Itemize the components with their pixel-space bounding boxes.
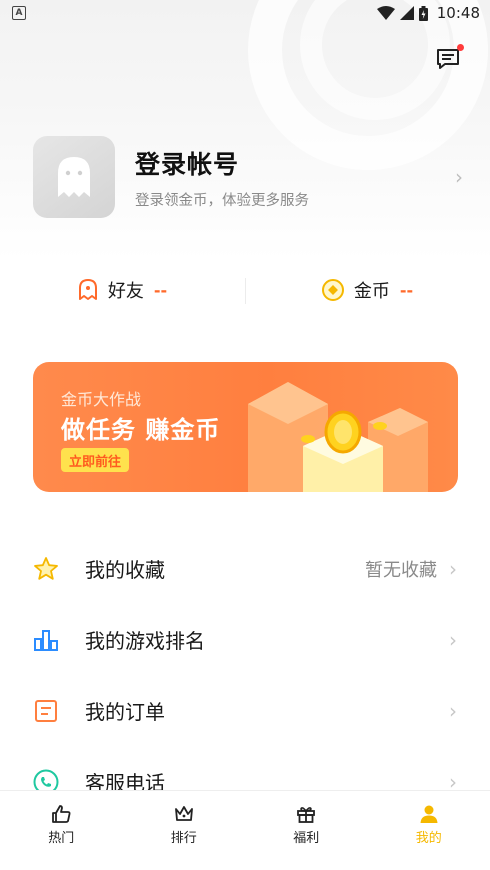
wifi-icon: [376, 6, 395, 20]
status-bar: A 10:48: [0, 0, 490, 26]
menu-item-game-rank[interactable]: 我的游戏排名 ›: [0, 604, 490, 675]
chevron-right-icon: ›: [455, 165, 463, 189]
bar-chart-icon: [34, 629, 58, 651]
signal-icon: [399, 6, 414, 20]
messages-button[interactable]: [436, 44, 464, 72]
friends-stat[interactable]: 好友 --: [0, 270, 245, 310]
banner-headline: 做任务 赚金币: [61, 416, 221, 444]
crown-icon: [174, 806, 193, 821]
stats-row: 好友 -- 金币 --: [0, 270, 490, 310]
bottom-nav: 热门 排行 福利 我的: [0, 790, 490, 870]
unread-dot: [457, 44, 464, 51]
chevron-right-icon: ›: [449, 698, 457, 723]
friends-value: --: [153, 280, 168, 300]
ghost-friend-icon: [78, 279, 97, 300]
battery-icon: [418, 5, 428, 21]
divider: [245, 278, 246, 304]
nav-label: 热门: [48, 831, 75, 846]
coin-task-banner[interactable]: 金币大作战 做任务 赚金币 立即前往: [33, 362, 458, 492]
coins-value: --: [399, 280, 414, 300]
chevron-right-icon: ›: [449, 627, 457, 652]
coins-label: 金币: [353, 281, 390, 302]
go-now-button[interactable]: 立即前往: [61, 448, 130, 472]
menu-item-favorites[interactable]: 我的收藏 暂无收藏 ›: [0, 533, 490, 604]
favorites-status: 暂无收藏: [365, 559, 437, 581]
notification-badge: A: [12, 6, 26, 20]
menu-label: 我的订单: [85, 700, 165, 724]
thumbs-up-icon: [52, 805, 71, 823]
nav-tab-welfare[interactable]: 福利: [245, 791, 368, 870]
friends-label: 好友: [107, 281, 144, 302]
menu-list: 我的收藏 暂无收藏 › 我的游戏排名 › 我的订单 › 客服电话 ›: [0, 533, 490, 817]
nav-label: 福利: [293, 831, 320, 846]
nav-label: 我的: [415, 831, 442, 846]
nav-tab-hot[interactable]: 热门: [0, 791, 123, 870]
star-icon: [34, 556, 58, 580]
order-icon: [35, 699, 57, 722]
menu-label: 我的收藏: [85, 558, 165, 582]
nav-label: 排行: [170, 831, 197, 846]
nav-tab-mine[interactable]: 我的: [368, 791, 490, 870]
gift-icon: [297, 807, 316, 823]
login-profile-row[interactable]: 登录帐号 登录领金币，体验更多服务 ›: [33, 136, 463, 218]
coin-icon: [321, 279, 344, 301]
menu-label: 我的游戏排名: [85, 629, 205, 653]
ghost-avatar-icon: [58, 157, 90, 197]
nav-tab-rank[interactable]: 排行: [123, 791, 246, 870]
login-title: 登录帐号: [135, 149, 240, 179]
avatar[interactable]: [33, 136, 115, 218]
login-subtitle: 登录领金币，体验更多服务: [135, 192, 309, 209]
user-icon: [420, 805, 438, 823]
coins-stat[interactable]: 金币 --: [245, 270, 490, 310]
message-icon: [437, 49, 459, 69]
chevron-right-icon: ›: [449, 556, 457, 581]
banner-small-text: 金币大作战: [61, 390, 142, 409]
header-background: [0, 0, 490, 260]
coin-boxes-illustration: [248, 382, 428, 492]
clock: 10:48: [436, 4, 480, 22]
menu-item-orders[interactable]: 我的订单 ›: [0, 675, 490, 746]
